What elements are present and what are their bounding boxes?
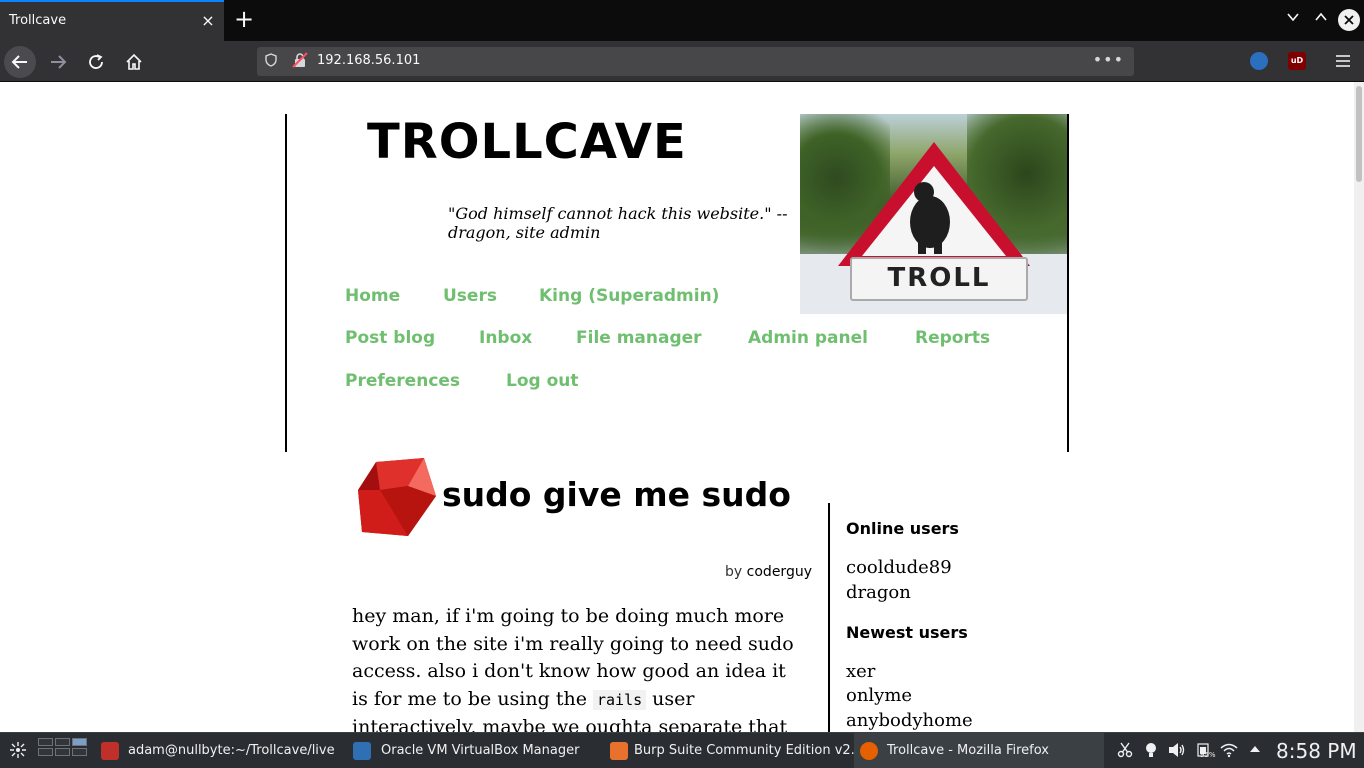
battery-icon[interactable]: 95%	[1194, 742, 1216, 760]
sidebar: Online users cooldude89 dragon Newest us…	[828, 503, 1068, 732]
troll-board-text: TROLL	[887, 263, 991, 293]
firefox-icon	[860, 742, 878, 760]
page-actions-menu-icon[interactable]: •••	[1093, 50, 1124, 69]
virtualbox-icon	[353, 742, 371, 760]
ublock-icon[interactable]: uD	[1288, 52, 1306, 70]
nav-inbox[interactable]: Inbox	[479, 328, 532, 348]
task-burp-suite[interactable]: Burp Suite Community Edition v2...	[604, 733, 863, 768]
online-user-link[interactable]: cooldude89	[846, 557, 952, 578]
insecure-connection-icon[interactable]	[292, 52, 310, 70]
scrollbar-thumb[interactable]	[1356, 86, 1362, 182]
url-bar[interactable]: 192.168.56.101 •••	[257, 47, 1134, 76]
arrow-left-icon	[11, 55, 27, 69]
url-text[interactable]: 192.168.56.101	[317, 53, 420, 68]
forward-button[interactable]	[42, 46, 74, 78]
post-byline: by coderguy	[352, 564, 812, 580]
newest-user-link[interactable]: anybodyhome	[846, 710, 973, 731]
post-title: sudo give me sudo	[442, 475, 791, 514]
task-terminal[interactable]: adam@nullbyte:~/Trollcave/live	[98, 733, 342, 768]
task-label: Oracle VM VirtualBox Manager	[381, 743, 580, 758]
site-tagline: "God himself cannot hack this website." …	[448, 204, 788, 242]
nav-admin-panel[interactable]: Admin panel	[748, 328, 868, 348]
task-label: adam@nullbyte:~/Trollcave/live	[128, 743, 335, 758]
post-body-code: rails	[592, 689, 647, 710]
site-title: TROLLCAVE	[367, 114, 687, 170]
chevron-down-icon[interactable]	[1282, 9, 1304, 31]
ruby-gem-icon	[358, 458, 436, 536]
battery-level: 95%	[1200, 751, 1216, 759]
scissors-icon[interactable]	[1116, 742, 1134, 760]
tab-trollcave[interactable]: Trollcave ×	[0, 0, 224, 41]
back-button[interactable]	[4, 46, 36, 78]
home-icon	[126, 53, 142, 70]
extension-icon[interactable]	[1250, 52, 1268, 70]
tab-title: Trollcave	[9, 13, 67, 28]
page-scrollbar[interactable]	[1354, 82, 1364, 732]
home-button[interactable]	[118, 46, 150, 78]
byline-label: by	[725, 564, 743, 580]
shield-icon[interactable]	[265, 53, 279, 69]
volume-icon[interactable]	[1168, 742, 1186, 760]
post-body: hey man, if i'm going to be doing much m…	[352, 603, 807, 732]
reload-button[interactable]	[80, 46, 112, 78]
desktop-2[interactable]	[55, 738, 70, 746]
online-users-heading: Online users	[846, 519, 959, 538]
os-taskbar: adam@nullbyte:~/Trollcave/live Oracle VM…	[0, 732, 1364, 768]
desktop-3[interactable]	[72, 738, 87, 746]
reload-icon	[89, 54, 103, 69]
nav-log-out[interactable]: Log out	[506, 371, 579, 391]
tray-expand-icon[interactable]	[1246, 742, 1264, 760]
nav-king-superadmin[interactable]: King (Superadmin)	[539, 286, 719, 306]
nav-post-blog[interactable]: Post blog	[345, 328, 435, 348]
window-close-icon[interactable]	[1338, 9, 1360, 31]
desktop-1[interactable]	[38, 738, 53, 746]
page-viewport: TROLLCAVE "God himself cannot hack this …	[0, 82, 1354, 732]
task-virtualbox[interactable]: Oracle VM VirtualBox Manager	[350, 733, 594, 768]
nav-file-manager[interactable]: File manager	[576, 328, 702, 348]
app-launcher-icon[interactable]	[8, 741, 28, 761]
warning-triangle-icon	[838, 142, 1030, 266]
nav-preferences[interactable]: Preferences	[345, 371, 460, 391]
wifi-icon[interactable]	[1220, 742, 1238, 760]
newest-user-link[interactable]: onlyme	[846, 685, 912, 706]
browser-tab-bar: Trollcave × +	[0, 0, 1364, 41]
chevron-up-icon[interactable]	[1310, 9, 1332, 31]
nav-home[interactable]: Home	[345, 286, 400, 306]
burp-suite-icon	[610, 742, 628, 760]
task-label: Trollcave - Mozilla Firefox	[887, 743, 1049, 758]
nav-reports[interactable]: Reports	[915, 328, 990, 348]
arrow-right-icon	[51, 55, 67, 69]
troll-board: TROLL	[850, 257, 1028, 301]
browser-nav-bar: 192.168.56.101 ••• uD	[0, 41, 1364, 82]
tab-close-icon[interactable]: ×	[198, 10, 218, 32]
desktop-6[interactable]	[72, 748, 87, 756]
terminal-icon	[101, 742, 119, 760]
taskbar-clock[interactable]: 8:58 PM	[1276, 737, 1357, 765]
desktop-4[interactable]	[38, 748, 53, 756]
task-firefox[interactable]: Trollcave - Mozilla Firefox	[854, 733, 1104, 768]
online-user-link[interactable]: dragon	[846, 582, 911, 603]
desktop-5[interactable]	[55, 748, 70, 756]
site-header: TROLLCAVE "God himself cannot hack this …	[285, 114, 1069, 452]
post-body-text: hey man, if i'm going to be doing much m…	[352, 605, 794, 710]
newest-user-link[interactable]: xer	[846, 661, 875, 682]
task-label: Burp Suite Community Edition v2...	[634, 743, 864, 758]
nav-users[interactable]: Users	[443, 286, 497, 306]
new-tab-button[interactable]: +	[232, 6, 256, 32]
hamburger-menu-icon[interactable]	[1332, 50, 1354, 72]
lightbulb-icon[interactable]	[1142, 742, 1160, 760]
virtual-desktop-pager[interactable]	[36, 736, 88, 766]
newest-users-heading: Newest users	[846, 623, 968, 642]
troll-sign-image: TROLL	[800, 114, 1067, 314]
post-author-link[interactable]: coderguy	[747, 564, 812, 580]
